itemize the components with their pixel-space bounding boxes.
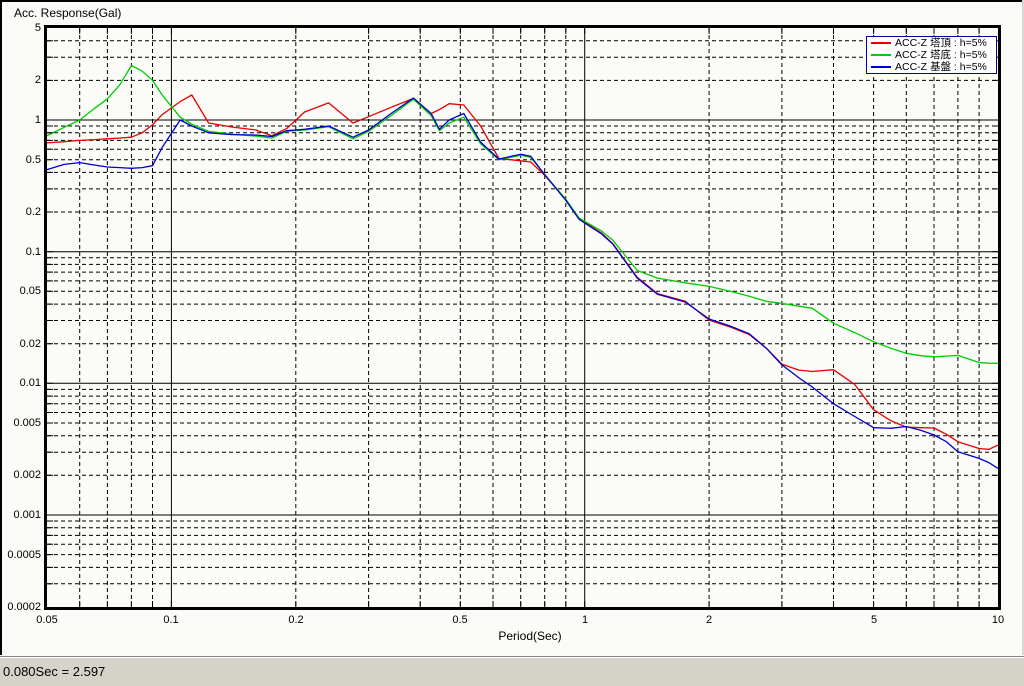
y-tick-label: 0.002 <box>13 469 41 481</box>
x-tick-label: 0.05 <box>36 614 58 626</box>
legend-item: ACC-Z 基盤 : h=5% <box>867 61 996 73</box>
x-axis-title: Period(Sec) <box>498 629 562 643</box>
y-tick-label: 0.005 <box>13 417 41 429</box>
series-line <box>46 64 998 364</box>
chart-title: Acc. Response(Gal) <box>14 6 122 20</box>
window-border-left <box>0 0 2 655</box>
y-tick-label: 0.0002 <box>7 601 41 613</box>
x-tick-label: 5 <box>870 614 878 626</box>
x-tick-label: 10 <box>991 614 1005 626</box>
y-tick-label: 0.05 <box>19 285 41 297</box>
window-border-top <box>0 0 1024 2</box>
x-tick-label: 0.2 <box>288 614 304 626</box>
y-tick-label: 5 <box>34 22 41 34</box>
legend-line-sample <box>871 66 891 68</box>
y-tick-label: 0.2 <box>25 206 41 218</box>
y-tick-label: 0.1 <box>25 246 41 258</box>
y-tick-label: 0.02 <box>19 338 41 350</box>
legend-line-sample <box>871 42 891 44</box>
legend-line-sample <box>871 54 891 56</box>
plot-area[interactable] <box>0 0 1024 655</box>
x-tick-label: 1 <box>581 614 589 626</box>
legend-item: ACC-Z 塔底 : h=5% <box>867 49 996 61</box>
status-readout: 0.080Sec = 2.597 <box>3 664 106 679</box>
y-tick-label: 0.001 <box>13 509 41 521</box>
legend-item-label: ACC-Z 基盤 : h=5% <box>895 61 987 73</box>
x-tick-label: 0.1 <box>163 614 179 626</box>
y-tick-label: 1 <box>34 114 41 126</box>
status-bar: 0.080Sec = 2.597 <box>0 656 1024 686</box>
y-tick-label: 0.5 <box>25 154 41 166</box>
legend: ACC-Z 塔頂 : h=5% ACC-Z 塔底 : h=5% ACC-Z 基盤 :… <box>866 36 997 74</box>
y-tick-label: 0.01 <box>19 377 41 389</box>
y-tick-label: 2 <box>34 74 41 86</box>
x-tick-label: 2 <box>705 614 713 626</box>
legend-item: ACC-Z 塔頂 : h=5% <box>867 37 996 49</box>
legend-item-label: ACC-Z 塔底 : h=5% <box>895 49 987 61</box>
y-tick-label: 0.0005 <box>7 549 41 561</box>
chart-window: Acc. Response(Gal) 5 2 1 0.5 0.2 0.1 0.05 0.02 0… <box>0 0 1024 655</box>
x-tick-label: 0.5 <box>452 614 468 626</box>
legend-item-label: ACC-Z 塔頂 : h=5% <box>895 37 987 49</box>
